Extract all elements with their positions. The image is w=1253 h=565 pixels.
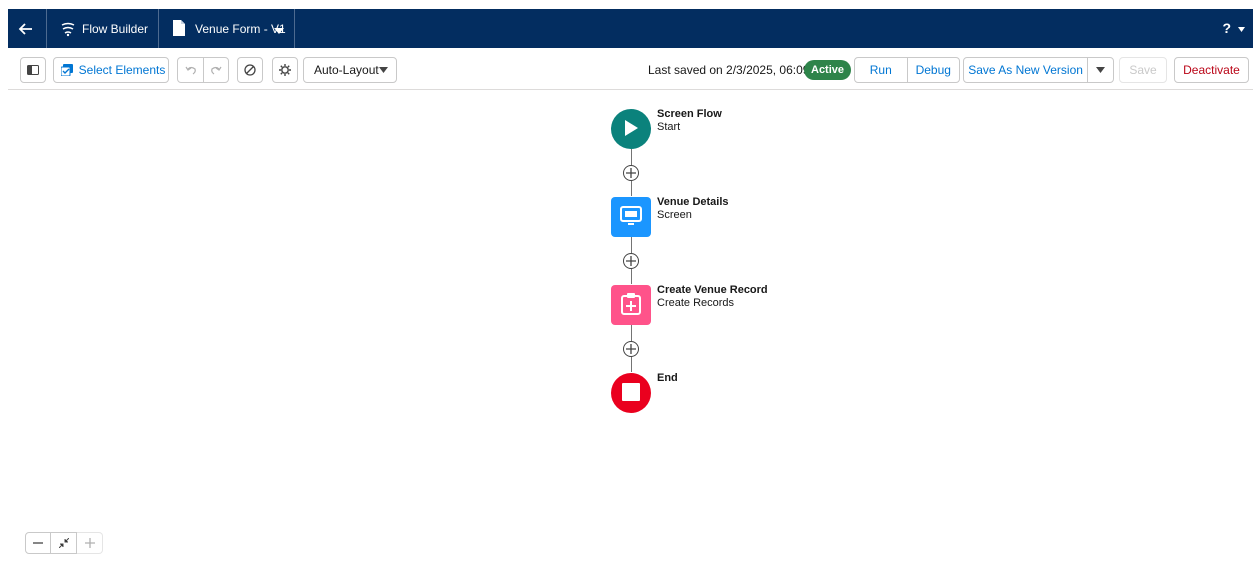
layout-select-value: Auto-Layout bbox=[314, 63, 379, 77]
help-icon: ? bbox=[1222, 20, 1232, 36]
add-element-button[interactable] bbox=[623, 253, 639, 269]
select-elements-icon bbox=[60, 64, 79, 76]
toolbar: Select Elements Auto-Layout Last saved o… bbox=[8, 48, 1253, 90]
header-divider bbox=[294, 9, 295, 48]
chevron-down-icon bbox=[379, 67, 388, 73]
node-subtitle: Screen bbox=[657, 209, 692, 221]
save-options-dropdown[interactable] bbox=[1087, 58, 1113, 82]
end-node[interactable] bbox=[611, 373, 651, 413]
node-title: Create Venue Record bbox=[657, 284, 768, 296]
help-menu[interactable]: ? bbox=[1223, 20, 1245, 36]
screen-node[interactable] bbox=[611, 197, 651, 237]
add-element-button[interactable] bbox=[623, 165, 639, 181]
undo-redo-group bbox=[177, 57, 229, 83]
deactivate-button[interactable]: Deactivate bbox=[1174, 57, 1249, 83]
play-icon bbox=[624, 119, 638, 139]
gear-icon bbox=[279, 64, 291, 76]
run-button[interactable]: Run bbox=[855, 58, 907, 82]
node-subtitle: Start bbox=[657, 121, 681, 133]
global-header: Flow Builder Venue Form - V1 ? bbox=[8, 9, 1253, 48]
arrow-left-icon[interactable] bbox=[18, 21, 34, 37]
record-create-icon bbox=[621, 292, 641, 318]
redo-button[interactable] bbox=[203, 58, 228, 82]
plus-icon bbox=[84, 538, 95, 548]
zoom-out-button[interactable] bbox=[25, 532, 51, 554]
plus-icon bbox=[626, 344, 636, 354]
node-title: End bbox=[657, 372, 678, 384]
select-elements-button[interactable]: Select Elements bbox=[53, 57, 169, 83]
panel-toggle-icon bbox=[27, 65, 39, 75]
create-records-node[interactable] bbox=[611, 285, 651, 325]
add-element-button[interactable] bbox=[623, 341, 639, 357]
header-divider bbox=[158, 9, 159, 48]
clear-selection-button[interactable] bbox=[237, 57, 263, 83]
node-subtitle: Create Records bbox=[657, 297, 735, 309]
flow-icon bbox=[60, 21, 76, 37]
document-icon bbox=[172, 20, 186, 36]
zoom-controls bbox=[25, 532, 103, 554]
save-button[interactable]: Save bbox=[1119, 57, 1167, 83]
save-as-new-version-button[interactable]: Save As New Version bbox=[964, 58, 1087, 82]
plus-icon bbox=[626, 256, 636, 266]
select-elements-label: Select Elements bbox=[78, 63, 166, 77]
flow-canvas[interactable]: Screen Flow Start Venue Details Screen C… bbox=[8, 91, 1253, 565]
zoom-in-button[interactable] bbox=[77, 532, 103, 554]
fit-view-button[interactable] bbox=[51, 532, 77, 554]
clear-selection-icon bbox=[244, 64, 256, 76]
screen-icon bbox=[620, 205, 642, 229]
settings-button[interactable] bbox=[272, 57, 298, 83]
status-badge: Active bbox=[804, 60, 852, 80]
plus-icon bbox=[626, 168, 636, 178]
fit-view-icon bbox=[58, 538, 69, 548]
minus-icon bbox=[33, 542, 43, 544]
stop-icon bbox=[622, 382, 640, 404]
node-title: Venue Details bbox=[657, 196, 729, 208]
header-divider bbox=[46, 9, 47, 48]
node-title: Screen Flow bbox=[657, 108, 722, 120]
undo-button[interactable] bbox=[178, 58, 203, 82]
redo-icon bbox=[210, 65, 222, 75]
app-name: Flow Builder bbox=[82, 22, 149, 36]
layout-select[interactable]: Auto-Layout bbox=[303, 57, 397, 83]
last-saved-text: Last saved on 2/3/2025, 06:09 pm bbox=[648, 63, 830, 77]
chevron-down-icon bbox=[1096, 66, 1106, 73]
undo-icon bbox=[185, 65, 197, 75]
start-node[interactable] bbox=[611, 109, 651, 149]
chevron-down-icon[interactable] bbox=[274, 24, 284, 34]
debug-button[interactable]: Debug bbox=[906, 58, 960, 82]
run-debug-group: Run Debug bbox=[854, 57, 960, 83]
save-as-new-version-group: Save As New Version bbox=[963, 57, 1114, 83]
toggle-panel-button[interactable] bbox=[20, 57, 46, 83]
flow-name[interactable]: Venue Form - V1 bbox=[195, 22, 286, 36]
